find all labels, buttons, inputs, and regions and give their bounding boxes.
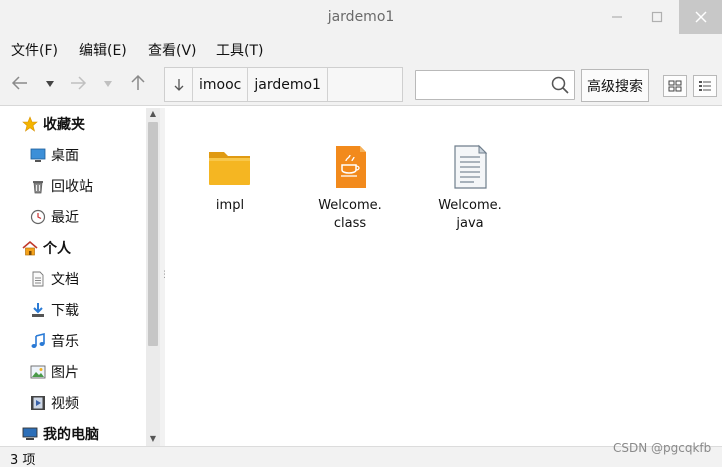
file-name: impl xyxy=(215,198,245,213)
breadcrumb-item-jardemo1[interactable]: jardemo1 xyxy=(248,68,328,101)
video-icon xyxy=(30,395,46,411)
arrow-left-icon xyxy=(11,76,27,90)
back-button[interactable] xyxy=(8,73,32,98)
file-name-line1: Welcome. xyxy=(318,198,382,213)
sidebar-item-label: 桌面 xyxy=(51,148,79,164)
star-icon xyxy=(22,116,38,132)
sidebar-section-personal[interactable]: 个人 xyxy=(22,233,71,263)
computer-icon xyxy=(22,426,38,442)
item-count: 3 项 xyxy=(10,453,36,467)
clock-icon xyxy=(30,209,46,225)
sidebar-item-documents[interactable]: 文档 xyxy=(30,264,79,294)
arrow-down-icon xyxy=(174,78,183,91)
music-icon xyxy=(30,333,46,349)
menu-tools[interactable]: 工具(T) xyxy=(216,40,263,60)
menu-edit[interactable]: 编辑(E) xyxy=(79,40,127,60)
text-file-icon xyxy=(454,144,488,189)
sidebar-item-label: 下载 xyxy=(51,303,79,319)
toolbar: imooc jardemo1 高级搜索 xyxy=(0,64,722,106)
search-input[interactable] xyxy=(415,70,575,100)
file-name-line2: java xyxy=(456,216,484,231)
watermark-text: CSDN @pgcqkfb xyxy=(613,441,712,455)
sidebar-section-label: 个人 xyxy=(43,241,71,257)
breadcrumb-dropdown[interactable] xyxy=(165,68,193,101)
title-bar: jardemo1 xyxy=(0,0,722,34)
menu-view[interactable]: 查看(V) xyxy=(148,40,197,60)
file-name-line2: class xyxy=(333,216,367,231)
sidebar-item-music[interactable]: 音乐 xyxy=(30,326,79,356)
sidebar-item-videos[interactable]: 视频 xyxy=(30,388,79,418)
arrow-up-icon xyxy=(131,74,145,90)
caret-down-icon xyxy=(46,81,54,87)
breadcrumb-item-imooc[interactable]: imooc xyxy=(193,68,249,101)
scroll-up-arrow[interactable]: ▲ xyxy=(148,109,158,119)
maximize-icon xyxy=(651,11,663,23)
menu-file[interactable]: 文件(F) xyxy=(11,40,58,60)
file-item-impl[interactable]: impl xyxy=(185,143,275,215)
sidebar-item-label: 回收站 xyxy=(51,179,93,195)
sidebar-item-label: 音乐 xyxy=(51,334,79,350)
advanced-search-button[interactable]: 高级搜索 xyxy=(581,69,649,102)
sidebar-section-computer[interactable]: 我的电脑 xyxy=(22,419,99,446)
sidebar-item-label: 最近 xyxy=(51,210,79,226)
sidebar-section-label: 我的电脑 xyxy=(43,427,99,443)
sidebar-item-label: 文档 xyxy=(51,272,79,288)
sidebar-section-label: 收藏夹 xyxy=(43,117,85,133)
picture-icon xyxy=(30,364,46,380)
home-icon xyxy=(22,240,38,256)
breadcrumb-spacer xyxy=(328,68,402,101)
file-item-welcome-class[interactable]: Welcome. class xyxy=(305,143,395,233)
file-name-line1: Welcome. xyxy=(438,198,502,213)
file-view: impl Welcome. class Welcome. java xyxy=(165,107,722,446)
scroll-down-arrow[interactable]: ▼ xyxy=(148,434,158,444)
arrow-right-icon xyxy=(71,76,87,90)
folder-icon xyxy=(209,152,250,185)
forward-history-dropdown[interactable] xyxy=(96,79,120,92)
back-history-dropdown[interactable] xyxy=(38,79,62,92)
document-icon xyxy=(30,271,46,287)
search-icon[interactable] xyxy=(550,75,570,95)
breadcrumb: imooc jardemo1 xyxy=(164,67,403,102)
sidebar: 收藏夹 桌面 回收站 最近 个人 文档 下载 音乐 图片 视频 我的电脑 xyxy=(0,107,160,446)
forward-button[interactable] xyxy=(66,73,90,98)
sidebar-item-desktop[interactable]: 桌面 xyxy=(30,140,79,170)
sidebar-scrollbar[interactable]: ▲ ▼ xyxy=(146,108,160,446)
minimize-button[interactable] xyxy=(597,0,637,34)
sidebar-item-downloads[interactable]: 下载 xyxy=(30,295,79,325)
sidebar-item-label: 图片 xyxy=(51,365,79,381)
maximize-button[interactable] xyxy=(637,0,677,34)
file-item-welcome-java[interactable]: Welcome. java xyxy=(425,143,515,233)
close-icon xyxy=(695,11,706,23)
close-button[interactable] xyxy=(679,0,722,34)
sidebar-item-trash[interactable]: 回收站 xyxy=(30,171,93,201)
scroll-thumb[interactable] xyxy=(148,122,158,346)
trash-icon xyxy=(30,178,46,194)
grid-view-icon xyxy=(668,80,682,92)
sidebar-section-favorites[interactable]: 收藏夹 xyxy=(22,109,85,139)
icon-view-button[interactable] xyxy=(663,75,687,97)
java-class-icon xyxy=(336,146,366,188)
list-view-button[interactable] xyxy=(693,75,717,97)
minimize-icon xyxy=(612,16,622,18)
caret-down-icon xyxy=(104,81,112,87)
sidebar-item-recent[interactable]: 最近 xyxy=(30,202,79,232)
sidebar-item-label: 视频 xyxy=(51,396,79,412)
download-icon xyxy=(30,302,46,318)
up-button[interactable] xyxy=(126,73,150,98)
list-view-icon xyxy=(699,81,711,91)
sidebar-item-pictures[interactable]: 图片 xyxy=(30,357,79,387)
desktop-icon xyxy=(30,147,46,163)
menu-bar: 文件(F) 编辑(E) 查看(V) 工具(T) xyxy=(0,34,722,64)
